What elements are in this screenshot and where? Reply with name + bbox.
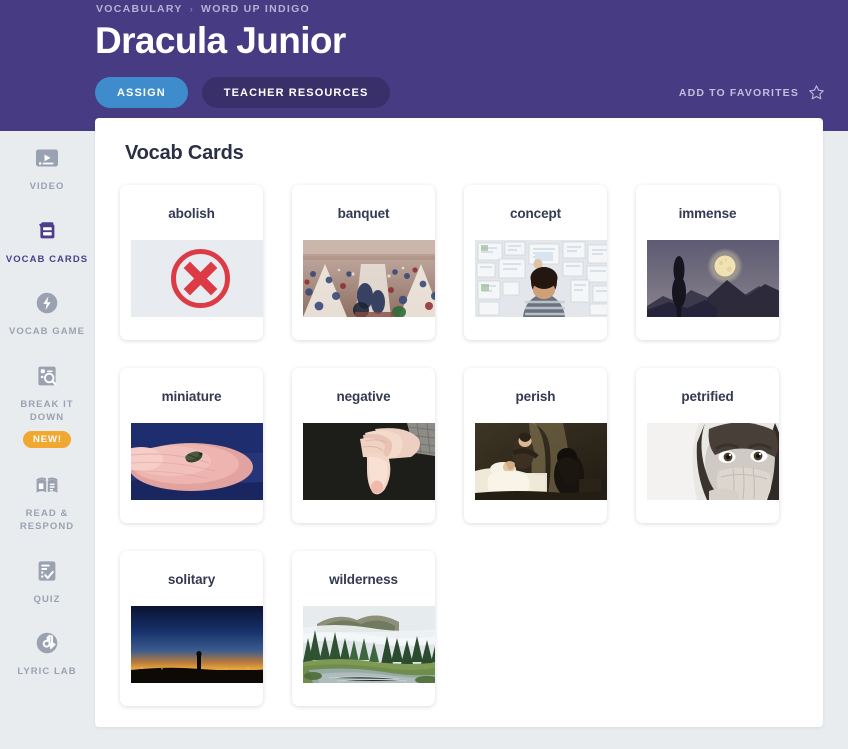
- vocab-cards-icon: [34, 218, 60, 244]
- vocab-card[interactable]: petrified: [636, 368, 779, 523]
- page-header: VOCABULARY › WORD UP INDIGO Dracula Juni…: [0, 0, 848, 131]
- sidebar-item-label: BREAK IT DOWN: [20, 398, 74, 424]
- sidebar-item-label: READ & RESPOND: [19, 507, 75, 533]
- vocab-card[interactable]: negative: [292, 368, 435, 523]
- sidebar-item-break-it-down[interactable]: BREAK IT DOWN NEW!: [0, 349, 94, 458]
- vocab-card-word: miniature: [161, 388, 222, 404]
- sidebar-item-label: VIDEO: [29, 181, 65, 192]
- breadcrumb: VOCABULARY › WORD UP INDIGO: [96, 3, 310, 15]
- vocab-card[interactable]: miniature: [120, 368, 263, 523]
- read-and-respond-icon: [34, 472, 60, 498]
- vocab-game-icon: [34, 290, 60, 316]
- sidebar-item-label: VOCAB CARDS: [5, 253, 89, 265]
- thumbs-down-hand-on-black: [303, 423, 435, 500]
- vocab-card-word: immense: [678, 205, 737, 221]
- vocab-card[interactable]: concept: [464, 185, 607, 340]
- vocab-card[interactable]: banquet: [292, 185, 435, 340]
- sidebar-nav: VIDEO VOCAB CARDS VOCAB GAME BREAK IT DO…: [0, 131, 94, 749]
- deathbed-scene-painting: [475, 423, 607, 500]
- star-outline-icon[interactable]: [808, 84, 825, 101]
- breadcrumb-separator-icon: ›: [189, 4, 195, 14]
- vocab-card-word: wilderness: [329, 571, 398, 587]
- page-root: VOCABULARY › WORD UP INDIGO Dracula Juni…: [0, 0, 848, 749]
- sidebar-item-quiz[interactable]: QUIZ: [0, 544, 94, 617]
- frightened-girl-covering-mouth: [647, 423, 779, 500]
- sidebar-item-vocab-cards[interactable]: VOCAB CARDS: [0, 204, 94, 277]
- lone-figure-silhouette-at-sunset: [131, 606, 263, 683]
- vocab-cards-panel: Vocab Cards abolish banquet concept imme…: [95, 118, 823, 727]
- sidebar-item-lyric-lab[interactable]: LYRIC LAB: [0, 616, 94, 689]
- sidebar-item-read-and-respond[interactable]: READ & RESPOND: [0, 458, 94, 544]
- vocab-card-word: abolish: [168, 205, 215, 221]
- video-icon: [34, 145, 60, 171]
- quiz-icon: [34, 558, 60, 584]
- vocab-card[interactable]: wilderness: [292, 551, 435, 706]
- teacher-resources-button[interactable]: TEACHER RESOURCES: [201, 77, 391, 108]
- vocab-card-word: banquet: [337, 205, 390, 221]
- break-it-down-icon: [34, 363, 60, 389]
- misty-forest-river-landscape: [303, 606, 435, 683]
- page-title: Dracula Junior: [95, 20, 346, 61]
- breadcrumb-word-up-indigo[interactable]: WORD UP INDIGO: [201, 3, 310, 15]
- assign-button[interactable]: ASSIGN: [95, 77, 188, 108]
- tiny-beetle-on-fingertip: [131, 423, 263, 500]
- full-moon-over-mountains-at-dusk: [647, 240, 779, 317]
- vocab-card[interactable]: immense: [636, 185, 779, 340]
- add-to-favorites-button[interactable]: ADD TO FAVORITES: [679, 84, 825, 101]
- vocab-card-word: negative: [336, 388, 391, 404]
- vocab-card[interactable]: abolish: [120, 185, 263, 340]
- header-action-buttons: ASSIGN TEACHER RESOURCES: [95, 77, 391, 108]
- red-x-circle-placeholder: [131, 240, 263, 317]
- sidebar-item-video[interactable]: VIDEO: [0, 131, 94, 204]
- sidebar-item-label: LYRIC LAB: [17, 666, 77, 677]
- breadcrumb-vocabulary[interactable]: VOCABULARY: [96, 3, 183, 15]
- add-to-favorites-label: ADD TO FAVORITES: [678, 86, 799, 99]
- vocab-card-word: perish: [515, 388, 556, 404]
- medieval-banquet-hall-painting: [303, 240, 435, 317]
- sidebar-item-label: QUIZ: [33, 593, 61, 605]
- lyric-lab-icon: [34, 630, 60, 656]
- section-title: Vocab Cards: [125, 142, 244, 164]
- vocab-card-word: solitary: [167, 571, 216, 587]
- vocab-card[interactable]: perish: [464, 368, 607, 523]
- man-viewing-wall-of-sketches: [475, 240, 607, 317]
- vocab-card-grid: abolish banquet concept immense miniatur…: [120, 185, 806, 706]
- vocab-card-word: petrified: [681, 388, 734, 404]
- vocab-card[interactable]: solitary: [120, 551, 263, 706]
- new-badge: NEW!: [23, 430, 71, 448]
- sidebar-item-label: VOCAB GAME: [9, 326, 85, 337]
- vocab-card-word: concept: [509, 205, 562, 221]
- sidebar-item-vocab-game[interactable]: VOCAB GAME: [0, 276, 94, 349]
